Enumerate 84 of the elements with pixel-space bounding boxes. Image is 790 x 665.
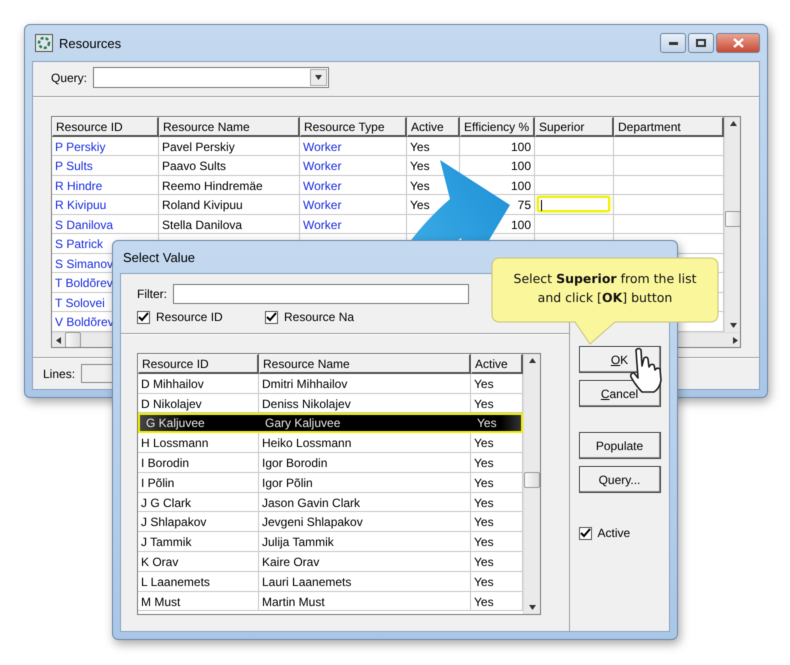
close-icon [732,38,744,48]
table-cell[interactable]: J Tammik [138,532,259,552]
table-cell[interactable]: Dmitri Mihhailov [259,374,471,394]
scroll-down-icon[interactable] [730,322,737,328]
scroll-down-icon[interactable] [529,605,536,610]
scroll-up-icon[interactable] [529,358,536,363]
close-button[interactable] [716,33,760,53]
table-cell: P Perskiy [52,136,159,156]
checkbox[interactable] [578,526,592,540]
table-cell: 100 [460,136,535,156]
table-cell[interactable]: Kaire Orav [259,552,471,572]
table-cell[interactable]: I Borodin [138,452,259,473]
table-cell: R Hindre [52,176,159,195]
column-header[interactable]: Resource ID [52,117,159,136]
column-header[interactable]: Efficiency % [460,117,535,136]
minimize-button[interactable] [660,33,686,53]
table-cell[interactable]: M Must [138,592,259,612]
scroll-right-icon[interactable] [733,336,738,344]
dialog-button[interactable]: Query... [578,466,660,493]
scroll-left-icon[interactable] [56,336,61,344]
table-cell[interactable]: Martin Must [259,592,471,612]
table-cell[interactable]: D Mihhailov [138,374,259,394]
table-cell[interactable]: J G Clark [138,492,259,512]
column-header[interactable]: Resource Type [300,117,407,136]
window-title: Resources [59,36,122,50]
table-cell[interactable]: H Lossmann [138,433,259,453]
column-header[interactable]: Active [471,354,523,374]
table-cell[interactable]: Igor Borodin [259,452,471,473]
table-cell[interactable]: K Orav [138,552,259,572]
table-cell[interactable]: I Põlin [138,472,259,493]
table-cell: Worker [300,176,407,195]
maximize-icon [696,39,706,47]
vertical-scrollbar[interactable] [724,117,740,332]
table-cell: Worker [300,214,407,234]
maximize-button[interactable] [688,33,714,53]
query-label: Query: [51,70,88,84]
table-cell[interactable]: Heiko Lossmann [259,433,471,453]
checkbox[interactable] [265,310,278,324]
table-cell[interactable]: Jevgeni Shlapakov [259,512,471,532]
callout-text: Select Superior from the list and click [OK] button [512,270,698,307]
query-dropdown[interactable] [93,67,330,88]
table-cell: Roland Kivipuu [159,195,300,214]
table-cell: Reemo Hindremäe [159,176,300,195]
column-header[interactable]: Superior [535,117,614,136]
scroll-thumb[interactable] [65,332,81,347]
column-header[interactable]: Resource ID [138,354,259,374]
table-cell: P Sults [52,156,159,176]
vertical-scrollbar[interactable] [523,354,540,614]
table-cell: Worker [300,195,407,214]
table-cell: Paavo Sults [159,156,300,176]
table-cell: Yes [407,136,460,156]
table-cell[interactable]: Julija Tammik [259,532,471,552]
checkbox-label: Resource ID [156,310,223,324]
app-icon [35,34,53,52]
table-cell: Pavel Perskiy [159,136,300,156]
table-cell: R Kivipuu [52,195,159,214]
scroll-thumb[interactable] [725,211,740,227]
table-cell: Stella Danilova [159,214,300,234]
table-cell: Worker [300,156,407,176]
table-cell[interactable]: Jason Gavin Clark [259,492,471,512]
table-cell[interactable]: Lauri Laanemets [259,572,471,592]
dialog-button[interactable]: Populate [578,432,660,459]
filter-field[interactable] [173,284,469,304]
table-cell: Worker [300,136,407,156]
checkbox-label: Active [598,526,630,540]
column-header[interactable]: Department [614,117,724,136]
table-cell[interactable]: Yes [471,413,523,434]
lines-label: Lines: [43,366,76,380]
superior-input-field[interactable] [537,196,610,212]
column-header[interactable]: Active [407,117,460,136]
table-cell: S Danilova [52,214,159,234]
checkbox[interactable] [137,310,150,324]
column-header[interactable]: Resource Name [159,117,300,136]
column-header[interactable]: Resource Name [259,354,471,374]
caret-icon[interactable] [315,75,322,80]
table-cell[interactable]: Igor Põlin [259,472,471,493]
scroll-up-icon[interactable] [730,121,737,126]
checkbox-label: Resource Na [284,310,354,324]
table-cell[interactable]: L Laanemets [138,572,259,592]
scroll-thumb[interactable] [524,472,540,488]
minimize-icon [668,42,678,44]
table-cell[interactable]: G Kaljuvee [138,413,259,434]
table-cell[interactable]: J Shlapakov [138,512,259,532]
table-cell[interactable]: Gary Kaljuvee [259,413,471,434]
